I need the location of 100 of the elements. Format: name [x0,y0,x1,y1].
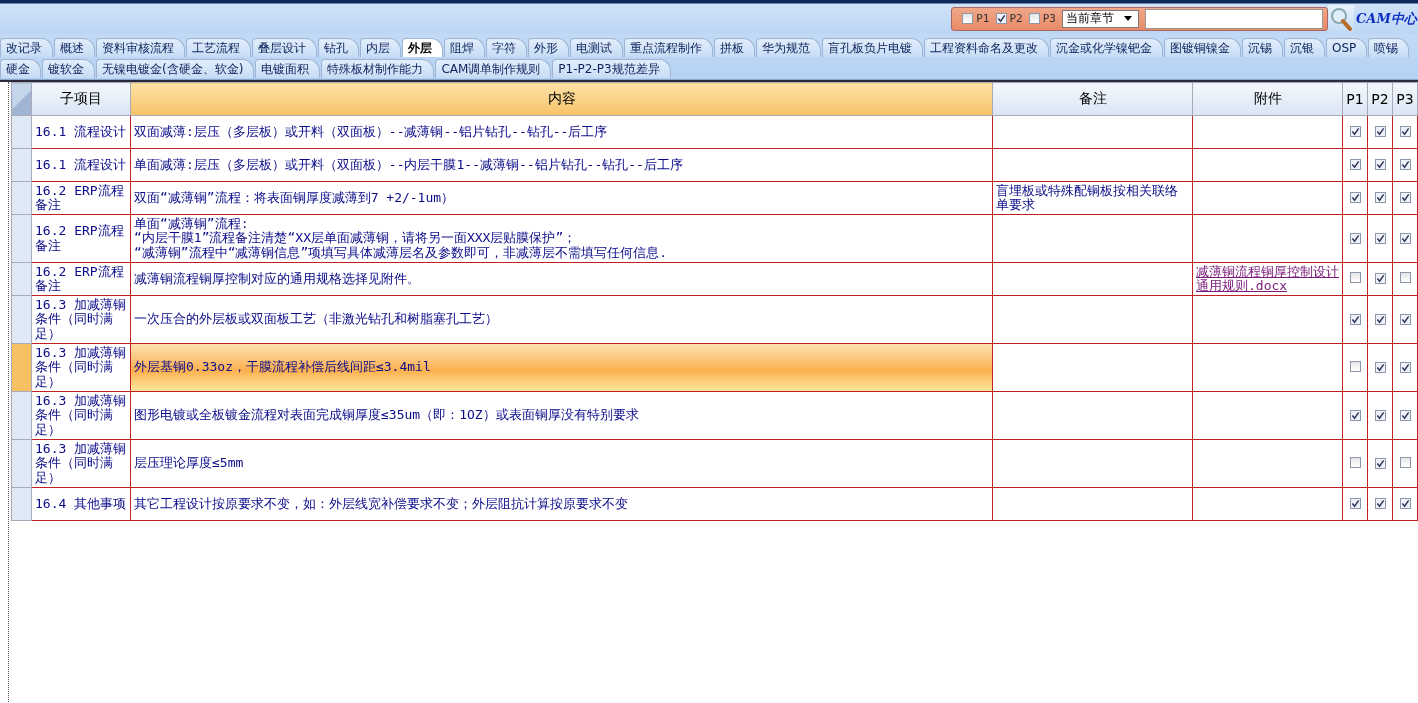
column-header[interactable]: 内容 [130,82,993,116]
checkbox[interactable] [1374,409,1386,421]
checkbox[interactable] [1349,313,1361,325]
checkbox[interactable] [995,13,1007,24]
logo: CAM中心 [1355,9,1418,28]
table-cell-text: 16.2 ERP流程备注 [35,264,125,294]
tab[interactable]: 电测试 [570,38,623,57]
tab[interactable]: 特殊板材制作能力 [321,59,435,78]
tab[interactable]: 硬金 [0,59,41,78]
checkbox[interactable] [1374,361,1386,373]
table-cell: 减薄铜流程铜厚控制对应的通用规格选择见附件。 [134,271,420,287]
checkbox[interactable] [962,13,974,24]
column-header[interactable]: 子项目 [31,82,131,116]
table-cell: 16.3 加减薄铜条件（同时满足） [35,442,127,485]
tab[interactable]: 华为规范 [756,38,821,57]
table-cell: 双面减薄:层压（多层板）或开料（双面板）--减薄铜--铝片钻孔--钻孔--后工序 [134,124,608,140]
checkbox[interactable] [1349,409,1361,421]
table-cell: 16.1 流程设计 [35,157,127,173]
checkbox[interactable] [1399,232,1411,244]
column-header[interactable]: P2 [1367,82,1393,116]
checkbox[interactable] [1399,192,1411,203]
checkbox[interactable] [1399,159,1411,170]
caret-icon [1124,16,1132,21]
table-cell: 层压理论厚度≤5mm [134,456,244,471]
tab[interactable]: P1-P2-P3规范差异 [552,59,671,78]
checkbox[interactable] [1349,272,1361,283]
table-cell: 其它工程设计按原要求不变，如：外层线宽补偿要求不变；外层阻抗计算按原要求不变 [134,496,628,512]
checkbox[interactable] [1349,159,1361,170]
table-cell: 16.3 加减薄铜条件（同时满足） [35,298,127,341]
column-header[interactable]: P1 [1342,82,1368,116]
tab[interactable]: 内层 [360,38,401,57]
tab[interactable]: 叠层设计 [252,38,317,57]
tab[interactable]: 阻焊 [444,38,485,57]
corner-cell[interactable] [11,82,32,116]
checkbox[interactable] [1374,159,1386,170]
checkbox[interactable] [1349,192,1361,203]
table-cell: 双面“减薄铜”流程：将表面铜厚度减薄到7 +2/-1um） [134,190,455,206]
checkbox[interactable] [1349,498,1361,509]
tab[interactable]: 图镀铜镍金 [1164,38,1241,57]
checkbox[interactable] [1374,273,1386,284]
table-cell: 16.1 流程设计 [35,124,127,140]
table-cell: 一次压合的外层板或双面板工艺（非激光钻孔和树脂塞孔工艺） [134,312,498,327]
checkbox[interactable] [1399,361,1411,373]
chapter-dropdown[interactable]: 当前章节 [1062,9,1139,28]
tab[interactable]: 拼板 [714,38,755,57]
table-cell: 16.3 加减薄铜条件（同时满足） [35,394,127,437]
tab[interactable]: 字符 [486,38,527,57]
checkbox-label: P3 [1042,12,1056,25]
checkbox[interactable] [1374,232,1386,244]
tab[interactable]: 钻孔 [318,38,359,57]
column-header[interactable]: P3 [1392,82,1418,116]
checkbox[interactable] [1374,498,1386,509]
column-header[interactable]: 备注 [992,82,1193,116]
table-cell: 16.3 加减薄铜条件（同时满足） [35,346,127,389]
search-field[interactable] [1145,8,1323,29]
checkbox[interactable] [1399,456,1411,468]
tab[interactable]: 无镍电镀金(含硬金、软金) [96,59,255,78]
search-icon [1330,6,1352,31]
tab[interactable]: 沉锡 [1242,38,1283,57]
tab[interactable]: 喷锡 [1368,38,1410,57]
checkbox[interactable] [1349,360,1361,372]
tab[interactable]: 概述 [54,38,95,57]
table-cell-text: 盲埋板或特殊配铜板按相关联络单要求 [996,183,1179,213]
tab[interactable]: 沉金或化学镍钯金 [1050,38,1163,57]
tab[interactable]: 外形 [528,38,569,57]
table-cell: 外层基铜0.33oz，干膜流程补偿后线间距≤3.4mil [134,360,431,375]
table-cell: 单面“减薄铜”流程: “内层干膜1”流程备注清楚“XX层单面减薄铜，请将另一面XXX层贴膜保护”； “减薄铜”流程中“减薄铜信息”项填写具体减薄层名及参数即可，非减薄层不需填写任何信息. [134,217,668,260]
checkbox[interactable] [1374,457,1386,469]
checkbox-label: P1 [976,12,990,25]
checkbox[interactable] [1399,313,1411,325]
checkbox[interactable] [1349,126,1361,137]
tab[interactable]: 盲孔板负片电镀 [822,38,923,57]
tab[interactable]: 外层 [402,38,443,57]
table-cell-text: 16.2 ERP流程备注 [35,183,125,213]
checkbox[interactable] [1349,232,1361,244]
checkbox[interactable] [1374,313,1386,325]
checkbox[interactable] [1399,272,1411,283]
checkbox[interactable] [1399,409,1411,421]
checkbox[interactable] [1374,192,1386,203]
checkbox[interactable] [1028,13,1040,24]
checkbox-label: P2 [1009,12,1023,25]
tab[interactable]: 工艺流程 [186,38,251,57]
table-cell: 图形电镀或全板镀金流程对表面完成铜厚度≤35um（即：1OZ）或表面铜厚没有特别要求 [134,408,639,423]
tab[interactable]: CAM调单制作规则 [435,59,552,78]
checkbox[interactable] [1399,126,1411,137]
table-cell: 16.4 其他事项 [35,496,127,512]
tab[interactable]: 沉银 [1284,38,1325,57]
table-cell: 单面减薄:层压（多层板）或开料（双面板）--内层干膜1--减薄铜--铝片钻孔--钻孔--后工序 [134,157,683,173]
tab[interactable]: 改记录 [0,38,53,57]
checkbox[interactable] [1349,456,1361,468]
search-button[interactable] [1328,4,1354,33]
column-header[interactable]: 附件 [1192,82,1343,116]
checkbox[interactable] [1374,126,1386,137]
tab[interactable]: 工程资料命名及更改 [924,38,1049,57]
tab[interactable]: 资料审核流程 [96,38,185,57]
tab[interactable]: 电镀面积 [255,59,321,78]
tab[interactable]: 重点流程制作 [624,38,713,57]
tab[interactable]: 镀软金 [42,59,95,78]
checkbox[interactable] [1399,498,1411,509]
tab[interactable]: OSP [1326,38,1368,57]
